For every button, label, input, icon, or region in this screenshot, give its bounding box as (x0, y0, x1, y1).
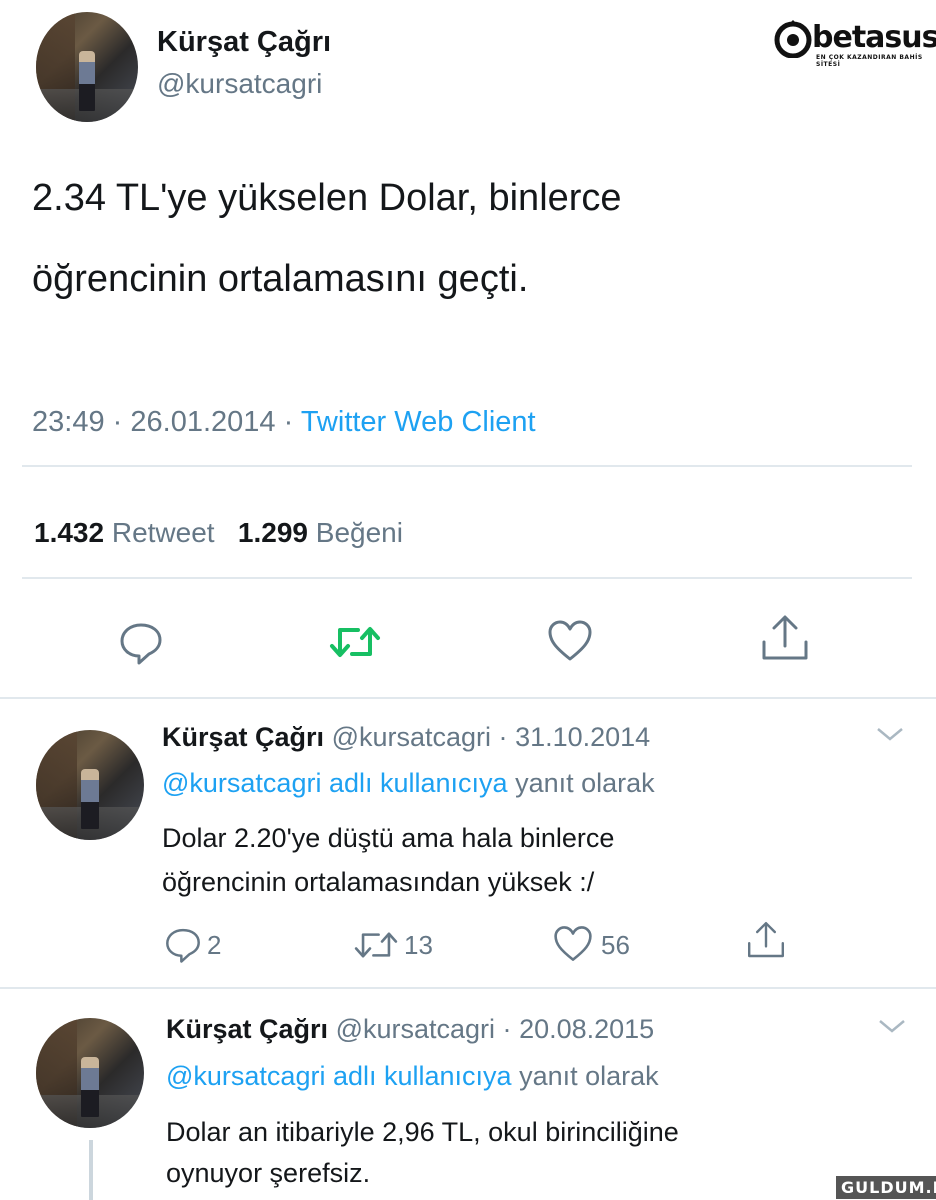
reply-to-suffix: yanıt olarak (519, 1061, 659, 1091)
chevron-down-icon[interactable] (874, 724, 906, 744)
share-icon[interactable] (746, 920, 786, 960)
reply-handle[interactable]: @kursatcagri (332, 722, 491, 752)
share-icon[interactable] (760, 614, 810, 662)
retweet-count-small: 13 (404, 930, 433, 960)
meta-separator: · (283, 406, 294, 438)
reply-display-name[interactable]: Kürşat Çağrı (162, 722, 324, 752)
reply-date[interactable]: 31.10.2014 (515, 722, 650, 752)
reply-avatar[interactable] (36, 730, 144, 840)
thread-line (89, 1140, 93, 1200)
divider (22, 577, 912, 579)
heart-icon[interactable] (552, 924, 594, 964)
retweet-stat[interactable]: 1.432 Retweet (34, 517, 215, 548)
like-label: Beğeni (315, 517, 403, 548)
reply-header: Kürşat Çağrı @kursatcagri · 31.10.2014 (162, 722, 650, 753)
tweet-meta: 23:49 · 26.01.2014 · Twitter Web Client (32, 406, 536, 439)
main-avatar[interactable] (36, 12, 138, 122)
site-watermark: GULDUM.NET (836, 1176, 936, 1199)
like-stat[interactable]: 1.299 Beğeni (238, 517, 403, 548)
brand-logo-text: betasus (812, 20, 936, 55)
reply-icon[interactable] (164, 926, 202, 964)
chevron-down-icon[interactable] (876, 1016, 908, 1036)
reply-display-name[interactable]: Kürşat Çağrı (166, 1014, 328, 1044)
retweet-count: 1.432 (34, 517, 105, 548)
main-tweet-text-line1: 2.34 TL'ye yükselen Dolar, binlerce (32, 177, 622, 219)
reply-text-line2: öğrencinin ortalamasından yüksek :/ (162, 867, 595, 897)
tweet-date[interactable]: 26.01.2014 (130, 406, 275, 438)
reply-date-separator: · (498, 722, 508, 752)
reply-count: 2 (207, 930, 222, 960)
reply-text-line1: Dolar an itibariyle 2,96 TL, okul birinc… (166, 1117, 679, 1147)
retweet-icon[interactable] (328, 620, 382, 664)
reply-text-line1: Dolar 2.20'ye düştü ama hala binlerce (162, 823, 615, 853)
reply-to-line: @kursatcagri adlı kullanıcıya yanıt olar… (162, 768, 655, 799)
brand-logo-icon (774, 18, 812, 58)
main-handle[interactable]: @kursatcagri (157, 68, 322, 100)
reply-handle[interactable]: @kursatcagri (336, 1014, 495, 1044)
retweet-icon[interactable] (352, 926, 400, 964)
brand-logo: betasus EN ÇOK KAZANDIRAN BAHİS SİTESİ (772, 16, 936, 68)
divider (22, 465, 912, 467)
reply-header: Kürşat Çağrı @kursatcagri · 20.08.2015 (166, 1014, 654, 1045)
retweet-label: Retweet (111, 517, 215, 548)
tweet-time[interactable]: 23:49 (32, 406, 105, 438)
like-count: 1.299 (237, 517, 308, 548)
reply-date-separator: · (502, 1014, 512, 1044)
reply-to-user-link[interactable]: @kursatcagri adlı kullanıcıya (166, 1061, 512, 1091)
divider (0, 987, 936, 989)
main-display-name[interactable]: Kürşat Çağrı (157, 26, 331, 59)
reply-date[interactable]: 20.08.2015 (519, 1014, 654, 1044)
reply-to-suffix: yanıt olarak (515, 768, 655, 798)
reply-to-user-link[interactable]: @kursatcagri adlı kullanıcıya (162, 768, 508, 798)
reply-avatar[interactable] (36, 1018, 144, 1128)
heart-icon[interactable] (546, 618, 594, 664)
main-tweet-text-line2: öğrencinin ortalamasını geçti. (32, 258, 529, 300)
like-count-small: 56 (601, 930, 630, 960)
divider (0, 697, 936, 699)
brand-tagline: EN ÇOK KAZANDIRAN BAHİS SİTESİ (816, 54, 923, 68)
tweet-stats: 1.432 Retweet 1.299 Beğeni (34, 517, 403, 549)
reply-to-line: @kursatcagri adlı kullanıcıya yanıt olar… (166, 1061, 659, 1092)
meta-separator: · (112, 406, 123, 438)
reply-icon[interactable] (118, 620, 164, 666)
tweet-client-link[interactable]: Twitter Web Client (301, 406, 536, 438)
reply-text-line2: oynuyor şerefsiz. (166, 1158, 371, 1188)
